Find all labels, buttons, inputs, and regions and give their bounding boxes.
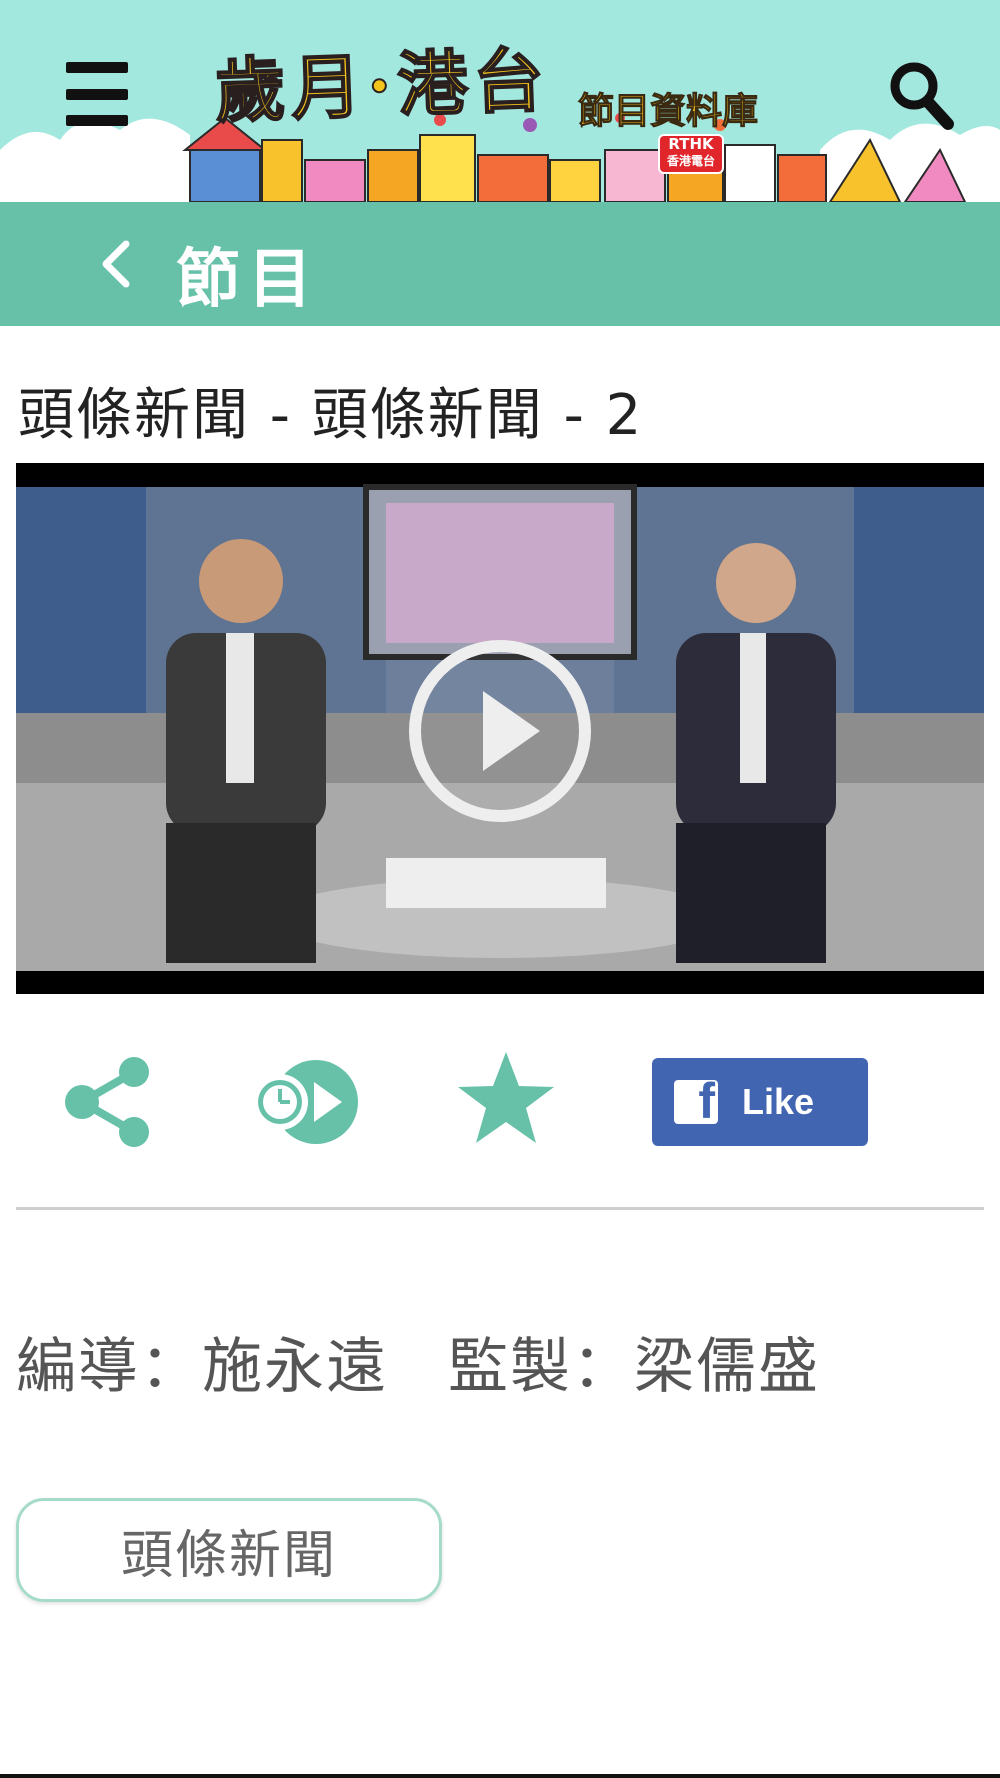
logo-subtitle: 節目資料庫 [577, 91, 759, 133]
menu-button[interactable] [66, 62, 128, 126]
credits: 編導：施永遠 監製：梁儒盛 [16, 1318, 820, 1405]
rthk-badge-name: RTHK [668, 135, 714, 153]
director-name: 施永遠 [202, 1332, 388, 1402]
hamburger-menu-icon [66, 62, 128, 73]
tag-button[interactable]: 頭條新聞 [16, 1498, 442, 1602]
rthk-badge-chinese: 香港電台 [666, 154, 715, 168]
chevron-left-icon[interactable] [96, 238, 136, 290]
section-bar: 節目 [0, 202, 1000, 326]
producer-name: 梁儒盛 [634, 1332, 820, 1402]
video-player[interactable] [16, 463, 984, 994]
share-icon[interactable] [62, 1056, 154, 1148]
menu-bar-middle [66, 88, 128, 100]
director-label: 編導： [16, 1332, 202, 1402]
star-icon[interactable] [456, 1050, 556, 1146]
rthk-badge: RTHK 香港電台 [658, 134, 724, 174]
facebook-like-label: Like [742, 1081, 815, 1122]
menu-bar-bottom [66, 115, 128, 126]
facebook-like-button[interactable]: f Like [652, 1058, 868, 1146]
divider [16, 1207, 984, 1210]
play-circle-icon[interactable] [405, 636, 595, 826]
header-banner: 歲月·港台 節目資料庫 RTHK 香港電台 [0, 0, 1000, 202]
producer-label: 監製： [448, 1332, 634, 1402]
bottom-edge [0, 1774, 1000, 1778]
watch-later-icon[interactable] [250, 1058, 362, 1146]
logo-title: 歲月·港台 [213, 37, 552, 134]
episode-title: 頭條新聞 - 頭條新聞 - 2 [18, 383, 644, 448]
section-title: 節目 [176, 243, 320, 317]
search-icon[interactable] [888, 60, 954, 130]
facebook-icon: f [674, 1080, 718, 1124]
